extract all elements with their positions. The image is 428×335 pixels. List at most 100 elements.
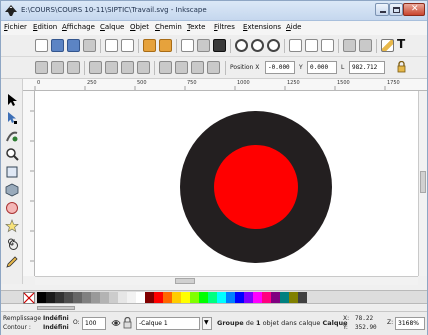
color-swatch[interactable]: [118, 292, 127, 303]
no-paint-swatch[interactable]: [23, 292, 35, 304]
select-all-icon[interactable]: [35, 61, 48, 74]
scroll-thumb[interactable]: [420, 171, 426, 193]
node-tool-icon[interactable]: [5, 111, 19, 125]
layer-visibility-icon[interactable]: [111, 318, 121, 328]
menu-chemin[interactable]: Chemin: [155, 23, 182, 31]
menu-affichage[interactable]: Affichage: [62, 23, 95, 31]
layer-select[interactable]: -Calque 1: [136, 317, 200, 330]
ungroup-icon[interactable]: [359, 39, 372, 52]
open-icon[interactable]: [51, 39, 64, 52]
import-icon[interactable]: [105, 39, 118, 52]
export-icon[interactable]: [121, 39, 134, 52]
close-button[interactable]: ✕: [403, 3, 425, 16]
menu-objet[interactable]: Objet: [130, 23, 149, 31]
copy-icon[interactable]: [181, 39, 194, 52]
layer-lock-icon[interactable]: [123, 317, 132, 329]
color-swatch[interactable]: [163, 292, 172, 303]
cut-icon[interactable]: [197, 39, 210, 52]
menu-extensions[interactable]: Extensions: [243, 23, 281, 31]
drawing-canvas[interactable]: [35, 91, 418, 276]
color-swatch[interactable]: [262, 292, 271, 303]
color-swatch[interactable]: [127, 292, 136, 303]
color-swatch[interactable]: [280, 292, 289, 303]
color-swatch[interactable]: [82, 292, 91, 303]
color-swatch[interactable]: [145, 292, 154, 303]
color-swatch[interactable]: [73, 292, 82, 303]
maximize-button[interactable]: [389, 3, 403, 16]
duplicate-icon[interactable]: [289, 39, 302, 52]
color-swatch[interactable]: [298, 292, 307, 303]
color-swatch[interactable]: [109, 292, 118, 303]
lower-icon[interactable]: [191, 61, 204, 74]
zoom-selection-icon[interactable]: [235, 39, 248, 52]
color-swatch[interactable]: [226, 292, 235, 303]
color-swatch[interactable]: [253, 292, 262, 303]
x-input[interactable]: -0.000: [265, 61, 295, 74]
color-swatch[interactable]: [100, 292, 109, 303]
color-swatch[interactable]: [136, 292, 145, 303]
paste-icon[interactable]: [213, 39, 226, 52]
lock-icon[interactable]: [397, 61, 406, 73]
pencil-tool-icon[interactable]: [5, 255, 19, 269]
color-swatch[interactable]: [91, 292, 100, 303]
color-swatch[interactable]: [217, 292, 226, 303]
raise-to-top-icon[interactable]: [159, 61, 172, 74]
raise-icon[interactable]: [175, 61, 188, 74]
color-swatch[interactable]: [289, 292, 298, 303]
horizontal-scrollbar[interactable]: [35, 276, 418, 285]
color-swatch[interactable]: [55, 292, 64, 303]
width-input[interactable]: 982.712: [349, 61, 385, 74]
rotate-cw-icon[interactable]: [105, 61, 118, 74]
zoom-page-icon[interactable]: [267, 39, 280, 52]
flip-vertical-icon[interactable]: [137, 61, 150, 74]
text-font-icon[interactable]: T: [397, 37, 410, 51]
menu-texte[interactable]: Texte: [187, 23, 205, 31]
menu-fichier[interactable]: Fichier: [4, 23, 27, 31]
color-swatch[interactable]: [271, 292, 280, 303]
menu-edition[interactable]: Edition: [33, 23, 57, 31]
color-swatch[interactable]: [172, 292, 181, 303]
zoom-drawing-icon[interactable]: [251, 39, 264, 52]
color-swatch[interactable]: [199, 292, 208, 303]
redo-icon[interactable]: [159, 39, 172, 52]
fill-stroke-icon[interactable]: [381, 39, 394, 52]
inner-red-circle[interactable]: [214, 145, 298, 229]
zoom-tool-icon[interactable]: [5, 147, 19, 161]
minimize-button[interactable]: [375, 3, 389, 16]
flip-horizontal-icon[interactable]: [121, 61, 134, 74]
color-swatch[interactable]: [154, 292, 163, 303]
3d-box-tool-icon[interactable]: [5, 183, 19, 197]
lower-to-bottom-icon[interactable]: [207, 61, 220, 74]
star-tool-icon[interactable]: [5, 219, 19, 233]
color-swatch[interactable]: [208, 292, 217, 303]
color-swatch[interactable]: [37, 292, 46, 303]
rectangle-tool-icon[interactable]: [5, 165, 19, 179]
color-swatch[interactable]: [190, 292, 199, 303]
y-input[interactable]: 0.000: [307, 61, 337, 74]
deselect-icon[interactable]: [67, 61, 80, 74]
ellipse-tool-icon[interactable]: [5, 201, 19, 215]
scroll-thumb[interactable]: [37, 306, 75, 310]
menu-calque[interactable]: Calque: [100, 23, 124, 31]
color-swatch[interactable]: [235, 292, 244, 303]
save-icon[interactable]: [67, 39, 80, 52]
selector-tool-icon[interactable]: [5, 93, 19, 107]
spiral-tool-icon[interactable]: [5, 237, 19, 251]
opacity-input[interactable]: 100: [82, 317, 106, 330]
select-all-layers-icon[interactable]: [51, 61, 64, 74]
group-icon[interactable]: [343, 39, 356, 52]
unlink-clone-icon[interactable]: [321, 39, 334, 52]
color-swatch[interactable]: [46, 292, 55, 303]
clone-icon[interactable]: [305, 39, 318, 52]
tweak-tool-icon[interactable]: [5, 129, 19, 143]
menu-filtres[interactable]: Filtres: [214, 23, 235, 31]
vertical-scrollbar[interactable]: [418, 91, 427, 276]
print-icon[interactable]: [83, 39, 96, 52]
color-swatch[interactable]: [244, 292, 253, 303]
new-document-icon[interactable]: [35, 39, 48, 52]
undo-icon[interactable]: [143, 39, 156, 52]
zoom-input[interactable]: 3168%: [395, 317, 425, 330]
color-swatch[interactable]: [64, 292, 73, 303]
rotate-ccw-icon[interactable]: [89, 61, 102, 74]
menu-aide[interactable]: Aide: [286, 23, 302, 31]
